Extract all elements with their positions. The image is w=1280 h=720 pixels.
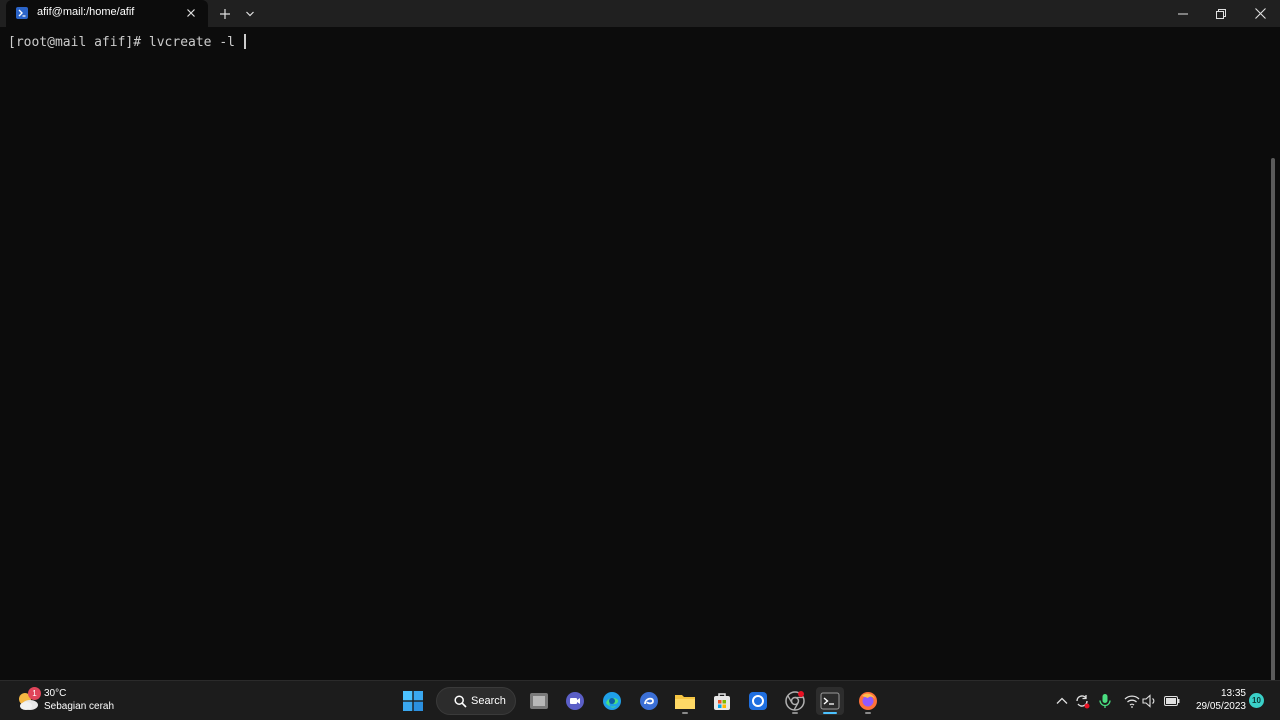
microphone-icon: [1099, 694, 1111, 708]
start-button[interactable]: [399, 687, 427, 715]
show-hidden-icons-button[interactable]: [1054, 693, 1070, 709]
powershell-icon: [16, 7, 28, 19]
weather-widget[interactable]: 1 30°C Sebagian cerah: [14, 686, 134, 716]
command-line: [root@mail afif]# lvcreate -l: [8, 34, 246, 50]
wifi-tray-button[interactable]: [1124, 693, 1140, 709]
notification-badge[interactable]: 10: [1249, 693, 1264, 708]
terminal-tab[interactable]: afif@mail:/home/afif: [6, 0, 208, 27]
close-tab-icon[interactable]: [184, 6, 198, 20]
tab-title: afif@mail:/home/afif: [37, 6, 135, 18]
terminal-area[interactable]: [root@mail afif]# lvcreate -l: [0, 27, 1280, 691]
chat-button[interactable]: [561, 687, 589, 715]
command-input[interactable]: lvcreate -l: [149, 35, 243, 50]
wifi-icon: [1124, 695, 1140, 708]
chrome-button[interactable]: [781, 687, 809, 715]
minimize-button[interactable]: [1164, 0, 1202, 27]
scrollbar[interactable]: [1271, 158, 1275, 691]
tab-dropdown-button[interactable]: [240, 0, 260, 27]
clock-time[interactable]: 13:35: [1210, 688, 1246, 699]
edge-button[interactable]: [598, 687, 626, 715]
plus-icon: [220, 8, 230, 19]
shell-prompt: [root@mail afif]#: [8, 35, 149, 50]
sync-tray-button[interactable]: [1074, 693, 1090, 709]
firefox-button[interactable]: [854, 687, 882, 715]
firefox-icon: [859, 692, 877, 710]
chrome-icon: [785, 691, 805, 711]
terminal-icon: [820, 692, 840, 710]
minimize-icon: [1178, 13, 1188, 14]
weather-temperature: 30°C: [44, 688, 67, 699]
browser-button[interactable]: [635, 687, 663, 715]
task-view-button[interactable]: [525, 687, 553, 715]
running-indicator: [792, 712, 798, 714]
running-indicator: [865, 712, 871, 714]
store-button[interactable]: [708, 687, 736, 715]
chevron-down-icon: [246, 11, 254, 16]
weather-alert-badge: 1: [28, 687, 41, 700]
close-icon: [1254, 8, 1266, 19]
search-label: Search: [471, 695, 506, 707]
taskbar-search[interactable]: Search: [436, 687, 516, 715]
sync-icon: [1076, 695, 1090, 709]
folder-icon: [675, 695, 695, 709]
microphone-tray-button[interactable]: [1097, 693, 1113, 709]
title-bar: afif@mail:/home/afif: [0, 0, 1280, 27]
restore-button[interactable]: [1202, 0, 1240, 27]
app-icon: [749, 692, 767, 710]
terminal-button[interactable]: [816, 687, 844, 715]
text-cursor: [243, 34, 246, 49]
search-icon: [454, 695, 467, 708]
volume-tray-button[interactable]: [1142, 693, 1158, 709]
browser-icon: [640, 692, 658, 710]
chat-icon: [566, 692, 584, 710]
app-button[interactable]: [744, 687, 772, 715]
battery-icon: [1164, 696, 1180, 706]
taskbar: 1 30°C Sebagian cerah Search 13:35 29/05…: [0, 680, 1280, 720]
speaker-icon: [1142, 694, 1155, 708]
close-window-button[interactable]: [1240, 0, 1280, 27]
running-indicator: [682, 712, 688, 714]
task-view-icon: [530, 693, 548, 709]
new-tab-button[interactable]: [214, 0, 236, 27]
clock-date[interactable]: 29/05/2023: [1186, 701, 1246, 712]
file-explorer-button[interactable]: [671, 687, 699, 715]
active-indicator: [823, 712, 837, 714]
edge-icon: [603, 692, 621, 710]
windows-start-icon: [403, 691, 423, 711]
weather-description: Sebagian cerah: [44, 701, 115, 712]
restore-icon: [1216, 8, 1226, 19]
store-icon: [714, 693, 730, 710]
chevron-up-icon: [1056, 697, 1068, 704]
battery-tray-button[interactable]: [1164, 693, 1180, 709]
